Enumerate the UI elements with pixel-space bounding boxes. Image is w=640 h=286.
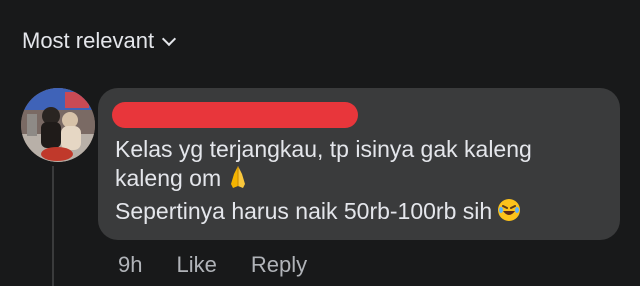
sort-dropdown[interactable]: Most relevant: [22, 27, 177, 55]
comment-line-wrap: kaleng om: [115, 164, 610, 197]
comments-section: Most relevant Kelas yg terjangkau, tp is…: [0, 0, 640, 286]
avatar[interactable]: [21, 88, 95, 162]
redacted-author-name[interactable]: [112, 102, 358, 128]
comment-line-wrap-2: Sepertinya harus naik 50rb-100rb sih: [115, 197, 610, 230]
comment-text: Kelas yg terjangkau, tp isinya gak kalen…: [115, 135, 610, 230]
like-button[interactable]: Like: [176, 252, 216, 278]
folded-hands-icon: [225, 164, 251, 197]
thread-line: [52, 166, 54, 286]
comment-line-text: kaleng om: [115, 165, 222, 191]
comment-line: Kelas yg terjangkau, tp isinya gak kalen…: [115, 136, 532, 162]
avatar-photo: [21, 88, 95, 162]
rolling-on-floor-laughing-icon: [496, 197, 522, 230]
comment-timestamp[interactable]: 9h: [118, 252, 142, 278]
reply-button[interactable]: Reply: [251, 252, 307, 278]
comment-line-text-2: Sepertinya harus naik 50rb-100rb sih: [115, 198, 493, 224]
chevron-down-icon: [161, 31, 177, 46]
comment-bubble: Kelas yg terjangkau, tp isinya gak kalen…: [98, 88, 620, 240]
comment-actions: 9h Like Reply: [118, 252, 341, 278]
sort-label: Most relevant: [22, 28, 155, 53]
